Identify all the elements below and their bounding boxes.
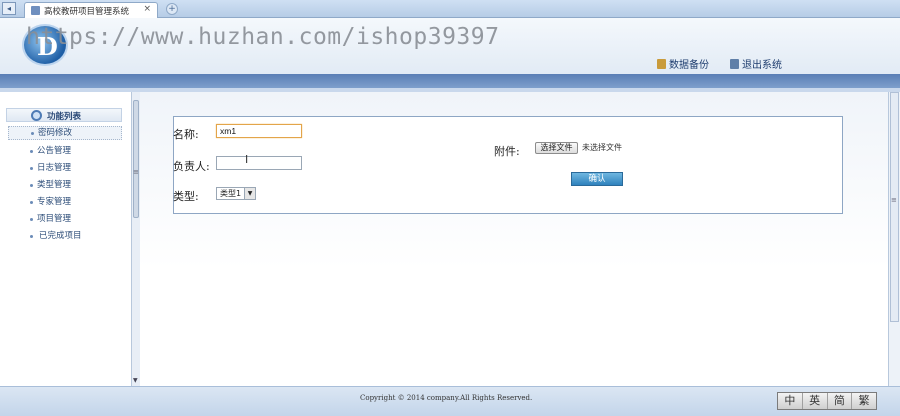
type-select-value: 类型1 bbox=[220, 189, 242, 198]
sidebar-item-projects[interactable]: 项目管理 bbox=[8, 211, 122, 228]
name-label: 名称: bbox=[173, 128, 199, 141]
sidebar-item-label: 类型管理 bbox=[37, 180, 72, 190]
header-band bbox=[0, 74, 900, 88]
tab-title: 高校教研项目管理系统 bbox=[44, 7, 130, 17]
sidebar-item-logs[interactable]: 日志管理 bbox=[8, 160, 122, 177]
sidebar-scrollbar[interactable]: ≡ ▼ bbox=[131, 92, 140, 386]
bullet-icon bbox=[30, 184, 33, 187]
name-input[interactable] bbox=[216, 124, 302, 138]
page-icon bbox=[31, 6, 40, 15]
bullet-icon bbox=[30, 218, 33, 221]
sidebar-item-password[interactable]: 密码修改 bbox=[8, 126, 122, 140]
sidebar-item-label: 日志管理 bbox=[37, 163, 72, 173]
owner-input[interactable] bbox=[216, 156, 302, 170]
sidebar-item-experts[interactable]: 专家管理 bbox=[8, 194, 122, 211]
file-status: 未选择文件 bbox=[582, 143, 622, 152]
grip-icon: ≡ bbox=[133, 168, 139, 176]
lang-button-en[interactable]: 英 bbox=[802, 393, 828, 409]
sidebar-item-label: 公告管理 bbox=[37, 146, 72, 156]
sidebar-item-notices[interactable]: 公告管理 bbox=[8, 143, 122, 160]
search-icon bbox=[31, 110, 42, 121]
browser-tab[interactable]: 高校教研项目管理系统 × bbox=[24, 2, 158, 18]
chevron-down-icon[interactable]: ▼ bbox=[244, 188, 255, 199]
choose-file-button[interactable]: 选择文件 bbox=[535, 142, 578, 154]
bullet-icon bbox=[30, 235, 33, 238]
sidebar-menu: 密码修改 公告管理 日志管理 类型管理 专家管理 项目管理 已完成项目 bbox=[8, 126, 122, 245]
owner-label: 负责人: bbox=[173, 160, 210, 173]
backup-label: 数据备份 bbox=[669, 60, 709, 71]
sidebar-item-label: 已完成项目 bbox=[39, 231, 82, 241]
backup-button[interactable]: 数据备份 bbox=[657, 56, 709, 71]
lang-button-simplified[interactable]: 简 bbox=[827, 393, 853, 409]
lang-button-traditional[interactable]: 繁 bbox=[852, 393, 876, 409]
sidebar-item-label: 项目管理 bbox=[37, 214, 72, 224]
exit-button[interactable]: 退出系统 bbox=[730, 56, 782, 71]
sidebar-title: 功能列表 bbox=[6, 108, 122, 122]
bullet-icon bbox=[30, 150, 33, 153]
bullet-icon bbox=[31, 132, 34, 135]
watermark-text: https://www.huzhan.com/ishop39397 bbox=[26, 24, 500, 50]
backup-icon bbox=[657, 59, 666, 69]
exit-label: 退出系统 bbox=[742, 60, 782, 71]
scroll-down-icon[interactable]: ▼ bbox=[133, 377, 138, 384]
text-cursor-icon: I bbox=[245, 153, 249, 166]
new-tab-icon[interactable]: + bbox=[166, 3, 178, 15]
scrollbar-thumb[interactable] bbox=[133, 100, 139, 218]
type-select[interactable]: 类型1 ▼ bbox=[216, 187, 256, 200]
attach-label: 附件: bbox=[494, 145, 520, 158]
main-scrollbar[interactable]: ≡ bbox=[888, 92, 900, 386]
confirm-button[interactable]: 确认 bbox=[571, 172, 623, 186]
sidebar-item-label: 密码修改 bbox=[38, 128, 73, 138]
browser-tab-strip: ◂ 高校教研项目管理系统 × + bbox=[0, 0, 900, 18]
language-switcher: 中 英 简 繁 bbox=[777, 392, 877, 410]
sidebar-title-label: 功能列表 bbox=[47, 112, 82, 122]
bullet-icon bbox=[30, 201, 33, 204]
close-icon[interactable]: × bbox=[143, 4, 151, 14]
copyright-text: Copyright © 2014 company.All Rights Rese… bbox=[360, 394, 533, 402]
exit-icon bbox=[730, 59, 739, 69]
type-label: 类型: bbox=[173, 190, 199, 203]
app-header: D https://www.huzhan.com/ishop39397 数据备份… bbox=[0, 18, 900, 74]
footer: Copyright © 2014 company.All Rights Rese… bbox=[0, 386, 900, 416]
sidebar-item-label: 专家管理 bbox=[37, 197, 72, 207]
sidebar: 功能列表 密码修改 公告管理 日志管理 类型管理 专家管理 项目管理 已完成项目 bbox=[0, 92, 130, 386]
sidebar-item-types[interactable]: 类型管理 bbox=[8, 177, 122, 194]
grip-icon: ≡ bbox=[891, 196, 897, 204]
bullet-icon bbox=[30, 167, 33, 170]
sidebar-item-completed[interactable]: 已完成项目 bbox=[8, 228, 122, 245]
lang-button-zh[interactable]: 中 bbox=[778, 393, 803, 409]
tab-back-icon[interactable]: ◂ bbox=[2, 2, 16, 15]
scrollbar-thumb[interactable] bbox=[890, 92, 899, 322]
